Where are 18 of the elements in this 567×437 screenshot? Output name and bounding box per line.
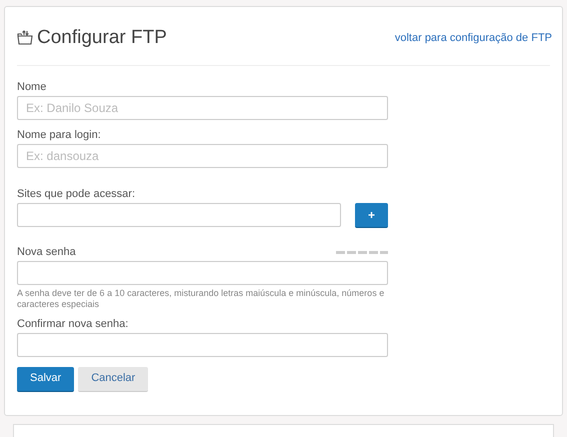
- input-field[interactable]: [17, 260, 388, 284]
- field-label: Nome: [17, 80, 46, 94]
- hint-text: A senha deve ter de 6 a 10 caracteres, misturando letras maiúscula e minúscula, números e caracteres especiais: [17, 288, 386, 310]
- field-label: Nome para login:: [17, 128, 101, 142]
- field-label: Sites que pode acessar:: [17, 188, 136, 200]
- input-field[interactable]: [17, 332, 388, 356]
- folder-icon: [17, 30, 33, 46]
- page-title: Configurar FTP: [37, 26, 167, 50]
- field-label: Nova senha: [17, 246, 76, 258]
- cancel-button[interactable]: Cancelar: [78, 366, 148, 392]
- input-field[interactable]: [17, 203, 341, 227]
- field-label: Confirmar nova senha:: [17, 318, 128, 330]
- add-button[interactable]: +: [355, 202, 388, 228]
- strength-meter: [336, 250, 388, 254]
- input-field[interactable]: Ex: Danilo Souza: [17, 96, 388, 120]
- input-field[interactable]: Ex: dansouza: [17, 144, 388, 168]
- back-link[interactable]: voltar para configuração de FTP: [394, 30, 552, 46]
- save-button[interactable]: Salvar: [17, 366, 74, 392]
